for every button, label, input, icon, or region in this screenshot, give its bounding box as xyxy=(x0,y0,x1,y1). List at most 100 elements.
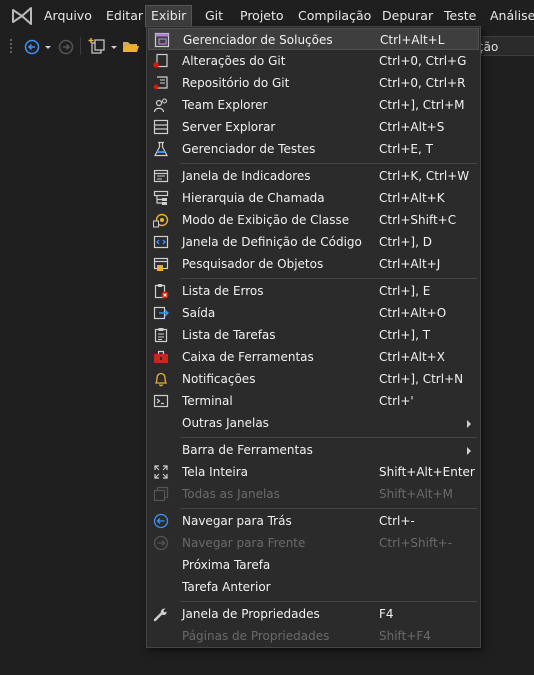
menu-item-shortcut: Ctrl+0, Ctrl+R xyxy=(379,76,466,90)
menu-item-output[interactable]: Saída Ctrl+Alt+O xyxy=(148,302,479,324)
menu-item-label: Lista de Erros xyxy=(182,284,264,298)
menu-item-next-task[interactable]: Próxima Tarefa xyxy=(148,554,479,576)
menu-item-label: Modo de Exibição de Classe xyxy=(182,213,350,227)
navigate-forward-icon xyxy=(153,535,169,551)
menu-item-navigate-back[interactable]: Navegar para Trás Ctrl+- xyxy=(148,510,479,532)
menu-item-toolbox[interactable]: Caixa de Ferramentas Ctrl+Alt+X xyxy=(148,346,479,368)
menu-analise[interactable]: Análise xyxy=(490,6,534,26)
menu-editar[interactable]: Editar xyxy=(106,6,143,26)
menu-separator xyxy=(180,163,477,164)
menu-item-shortcut: Ctrl+K, Ctrl+W xyxy=(379,169,470,183)
git-repository-icon xyxy=(153,76,168,90)
menu-item-label: Tarefa Anterior xyxy=(182,580,271,594)
toolbar-grip-icon[interactable] xyxy=(8,37,14,55)
menu-item-shortcut: Ctrl+Alt+S xyxy=(379,120,445,134)
menu-item-solution-explorer[interactable]: Gerenciador de Soluções Ctrl+Alt+L xyxy=(148,28,479,50)
menu-item-label: Navegar para Trás xyxy=(182,514,292,528)
menu-item-label: Todas as Janelas xyxy=(182,487,280,501)
menu-projeto[interactable]: Projeto xyxy=(240,6,284,26)
solution-explorer-icon xyxy=(154,32,170,48)
menu-item-label: Team Explorer xyxy=(182,98,268,112)
menu-item-shortcut: Ctrl+Alt+K xyxy=(379,191,445,205)
chevron-down-icon[interactable] xyxy=(110,37,118,55)
menu-item-shortcut: Ctrl+E, T xyxy=(379,142,433,156)
menu-item-label: Server Explorar xyxy=(182,120,276,134)
menu-item-label: Terminal xyxy=(182,394,233,408)
menu-item-label: Alterações do Git xyxy=(182,54,286,68)
submenu-arrow-icon xyxy=(467,420,471,428)
menu-item-all-windows: Todas as Janelas Shift+Alt+M xyxy=(148,483,479,505)
object-browser-icon xyxy=(153,257,169,271)
menu-item-shortcut: Ctrl+Alt+X xyxy=(379,350,445,364)
menu-item-toolbars[interactable]: Barra de Ferramentas xyxy=(148,439,479,461)
menu-git[interactable]: Git xyxy=(205,6,223,26)
menu-item-label: Páginas de Propriedades xyxy=(182,629,330,643)
menu-item-shortcut: Ctrl+], T xyxy=(379,328,431,342)
menu-separator xyxy=(180,508,477,509)
new-project-icon[interactable] xyxy=(88,37,106,55)
menu-item-server-explorer[interactable]: Server Explorar Ctrl+Alt+S xyxy=(148,116,479,138)
back-arrow-icon[interactable] xyxy=(24,37,40,55)
menu-item-properties-window[interactable]: Janela de Propriedades F4 xyxy=(148,603,479,625)
menu-item-shortcut: Ctrl+- xyxy=(379,514,415,528)
menu-item-shortcut: Shift+Alt+M xyxy=(379,487,453,501)
menu-exibir[interactable]: Exibir xyxy=(145,5,193,27)
call-hierarchy-icon xyxy=(153,190,169,205)
visual-studio-logo-icon xyxy=(12,7,32,25)
open-folder-icon[interactable] xyxy=(122,37,140,55)
menu-item-error-list[interactable]: Lista de Erros Ctrl+], E xyxy=(148,280,479,302)
menu-item-task-list[interactable]: Lista de Tarefas Ctrl+], T xyxy=(148,324,479,346)
menu-item-shortcut: Shift+F4 xyxy=(379,629,431,643)
menu-item-shortcut: Ctrl+0, Ctrl+G xyxy=(379,54,467,68)
code-definition-icon xyxy=(153,235,169,249)
menu-item-label: Lista de Tarefas xyxy=(182,328,276,342)
server-explorer-icon xyxy=(153,119,169,135)
menu-item-label: Pesquisador de Objetos xyxy=(182,257,324,271)
full-screen-icon xyxy=(154,465,168,479)
menu-item-shortcut: Ctrl+Alt+O xyxy=(379,306,447,320)
menu-arquivo[interactable]: Arquivo xyxy=(44,6,92,26)
menu-item-previous-task[interactable]: Tarefa Anterior xyxy=(148,576,479,598)
menu-item-test-explorer[interactable]: Gerenciador de Testes Ctrl+E, T xyxy=(148,138,479,160)
menu-item-code-definition[interactable]: Janela de Definição de Código Ctrl+], D xyxy=(148,231,479,253)
menu-item-other-windows[interactable]: Outras Janelas xyxy=(148,412,479,434)
team-explorer-icon xyxy=(153,98,168,113)
menu-item-team-explorer[interactable]: Team Explorer Ctrl+], Ctrl+M xyxy=(148,94,479,116)
submenu-arrow-icon xyxy=(467,447,471,455)
bell-icon xyxy=(154,372,168,387)
menu-item-full-screen[interactable]: Tela Inteira Shift+Alt+Enter xyxy=(148,461,479,483)
menu-compilacao[interactable]: Compilação xyxy=(298,6,371,26)
menu-item-shortcut: F4 xyxy=(379,607,394,621)
exibir-dropdown-menu: Gerenciador de Soluções Ctrl+Alt+L Alter… xyxy=(146,26,481,648)
menu-separator xyxy=(180,437,477,438)
class-view-icon xyxy=(153,213,169,228)
task-list-icon xyxy=(154,328,168,343)
menu-item-label: Barra de Ferramentas xyxy=(182,443,313,457)
menu-item-class-view[interactable]: Modo de Exibição de Classe Ctrl+Shift+C xyxy=(148,209,479,231)
menu-item-shortcut: Ctrl+Shift+- xyxy=(379,536,453,550)
menu-item-shortcut: Ctrl+Alt+J xyxy=(379,257,441,271)
menu-item-label: Janela de Indicadores xyxy=(182,169,311,183)
menu-item-git-changes[interactable]: Alterações do Git Ctrl+0, Ctrl+G xyxy=(148,50,479,72)
menu-depurar[interactable]: Depurar xyxy=(382,6,433,26)
navigate-back-icon xyxy=(153,513,169,529)
forward-arrow-icon[interactable] xyxy=(58,37,74,55)
menu-separator xyxy=(180,278,477,279)
menu-item-label: Gerenciador de Soluções xyxy=(183,33,333,47)
menu-item-label: Navegar para Frente xyxy=(182,536,306,550)
git-changes-icon xyxy=(153,53,168,68)
toolbar-divider xyxy=(80,37,81,55)
error-list-icon xyxy=(154,284,169,299)
menu-item-bookmark-window[interactable]: Janela de Indicadores Ctrl+K, Ctrl+W xyxy=(148,165,479,187)
menu-item-object-browser[interactable]: Pesquisador de Objetos Ctrl+Alt+J xyxy=(148,253,479,275)
menu-item-property-pages: Páginas de Propriedades Shift+F4 xyxy=(148,625,479,647)
chevron-down-icon[interactable] xyxy=(44,37,52,55)
bookmark-window-icon xyxy=(153,169,169,183)
menu-teste[interactable]: Teste xyxy=(444,6,476,26)
menu-item-terminal[interactable]: Terminal Ctrl+' xyxy=(148,390,479,412)
menu-item-call-hierarchy[interactable]: Hierarquia de Chamada Ctrl+Alt+K xyxy=(148,187,479,209)
menu-item-label: Janela de Definição de Código xyxy=(182,235,362,249)
menu-item-notifications[interactable]: Notificações Ctrl+], Ctrl+N xyxy=(148,368,479,390)
menu-item-git-repository[interactable]: Repositório do Git Ctrl+0, Ctrl+R xyxy=(148,72,479,94)
test-explorer-icon xyxy=(154,141,168,157)
